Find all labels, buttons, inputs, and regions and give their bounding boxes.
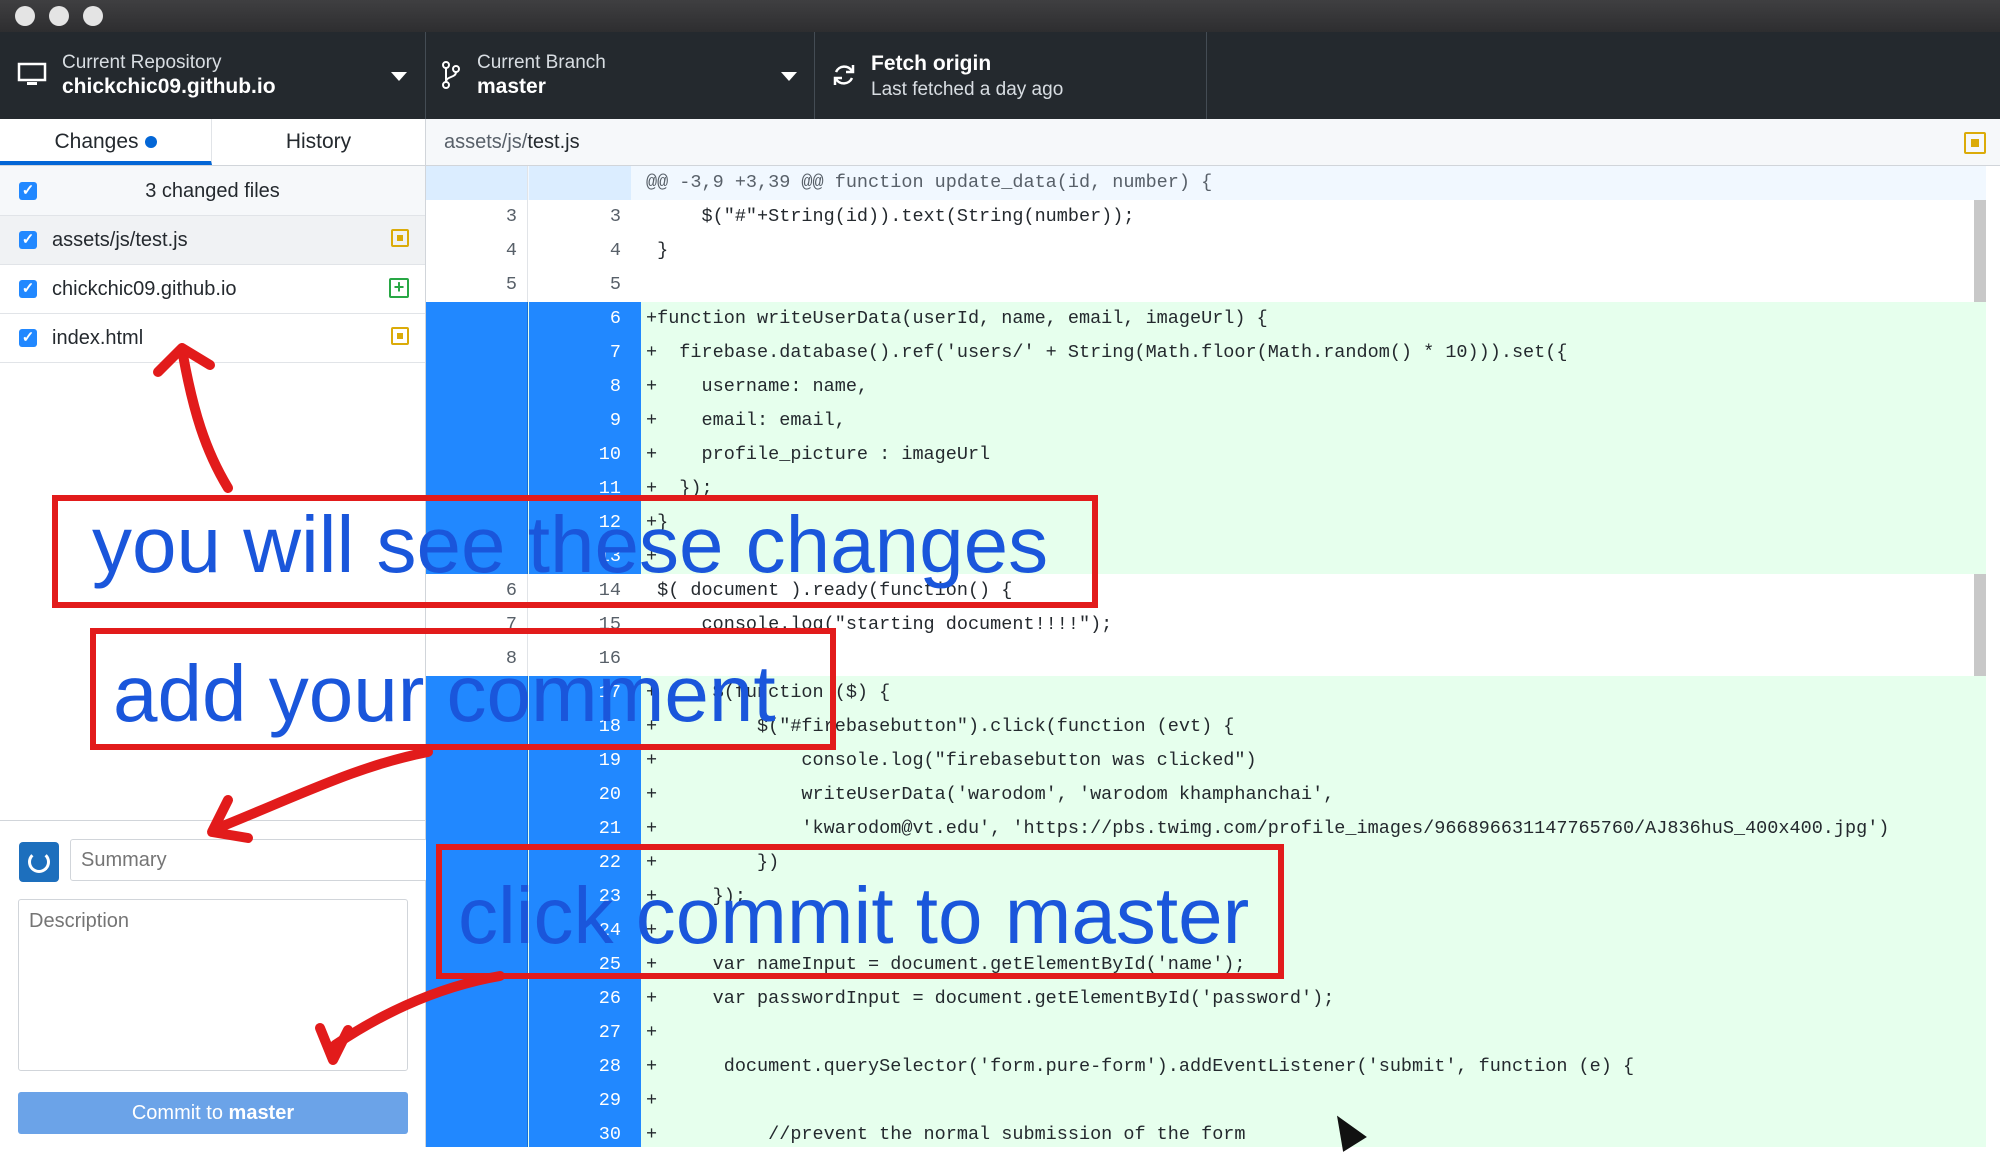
arrow-to-commit — [330, 971, 505, 1050]
arrow-to-summary — [213, 747, 433, 833]
annotation-arrows — [153, 343, 505, 1065]
arrow-to-files — [178, 350, 233, 493]
